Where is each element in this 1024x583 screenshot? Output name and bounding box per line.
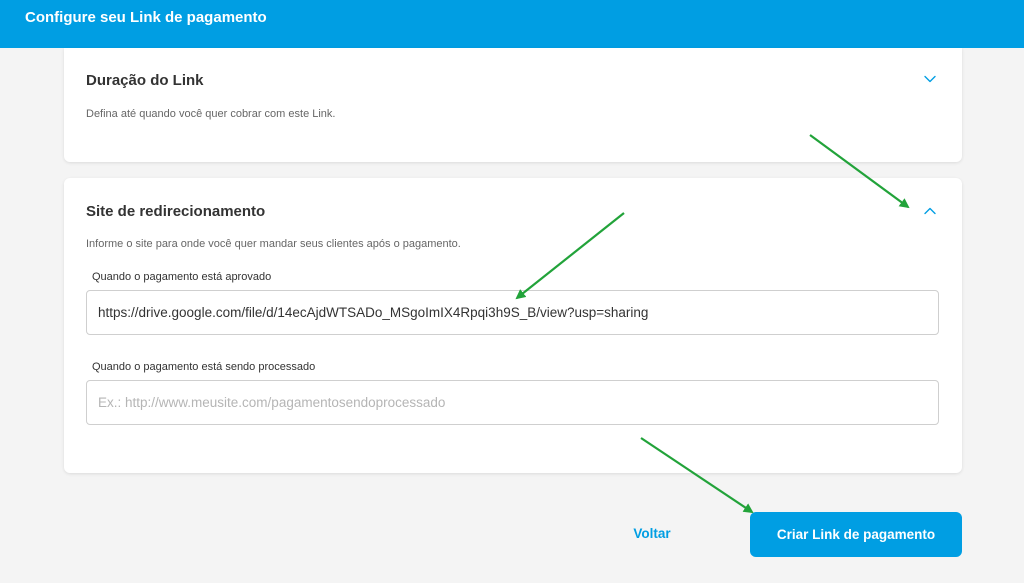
- redirect-section-description: Informe o site para onde você quer manda…: [86, 238, 461, 250]
- duration-section-title: Duração do Link: [86, 72, 204, 89]
- chevron-down-icon[interactable]: [921, 70, 939, 88]
- page-title: Configure seu Link de pagamento: [25, 9, 267, 26]
- back-link[interactable]: Voltar: [620, 526, 684, 541]
- redirect-section-title: Site de redirecionamento: [86, 203, 266, 220]
- top-bar: Configure seu Link de pagamento: [0, 0, 1024, 48]
- processing-url-label: Quando o pagamento está sendo processado: [92, 361, 316, 373]
- redirect-section: Site de redirecionamento Informe o site …: [64, 178, 962, 473]
- approved-url-input[interactable]: [86, 290, 939, 335]
- create-payment-link-button[interactable]: Criar Link de pagamento: [750, 512, 962, 557]
- processing-url-input[interactable]: [86, 380, 939, 425]
- approved-url-label: Quando o pagamento está aprovado: [92, 271, 272, 283]
- duration-section-description: Defina até quando você quer cobrar com e…: [86, 108, 336, 120]
- chevron-up-icon[interactable]: [921, 202, 939, 220]
- duration-section: Duração do Link Defina até quando você q…: [64, 48, 962, 162]
